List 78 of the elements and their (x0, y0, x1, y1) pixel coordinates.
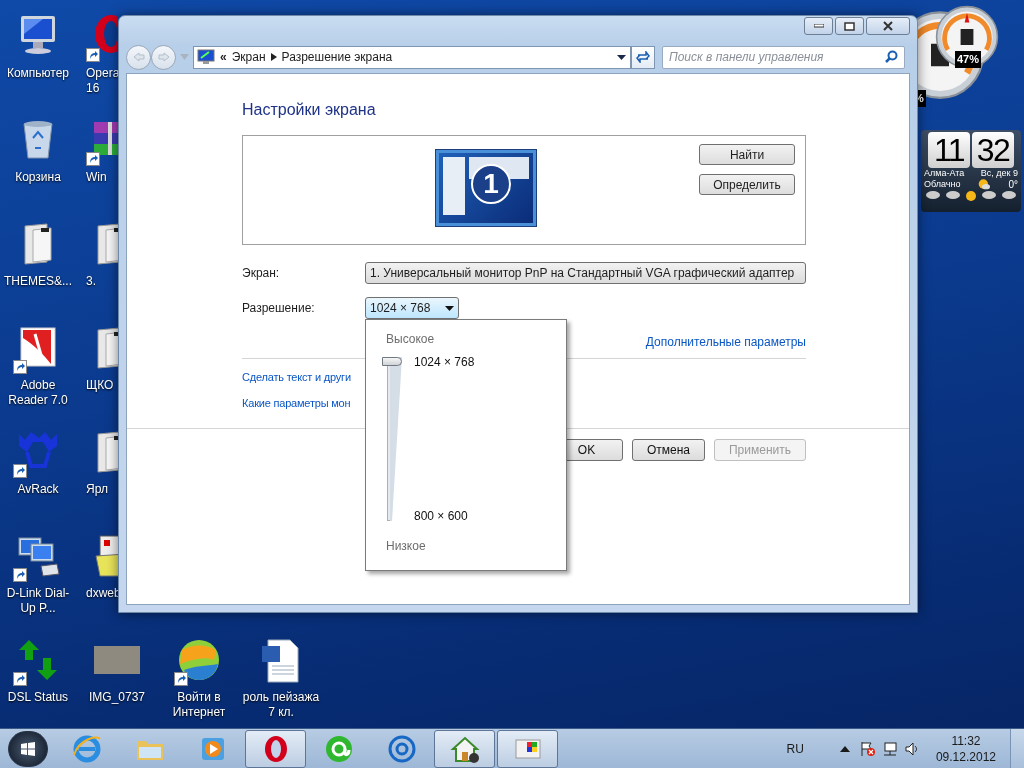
cloud-icon (926, 191, 940, 199)
desktop-icon-label[interactable]: Ярл (86, 482, 108, 497)
start-button[interactable] (8, 730, 48, 767)
desktop-icon-label[interactable]: Win (86, 170, 107, 185)
breadcrumb-arrow-icon[interactable] (270, 53, 277, 61)
sun-cloud-icon (977, 178, 992, 190)
cloud-icon (946, 191, 960, 199)
close-button[interactable] (866, 17, 910, 35)
field-label: Экран: (242, 265, 281, 282)
resolution-option[interactable]: 800 × 600 (414, 507, 475, 525)
maximize-icon (844, 21, 855, 31)
monitor-icon (197, 49, 215, 65)
flag-icon[interactable] (859, 740, 876, 757)
sun-icon (966, 191, 976, 201)
desktop-icon-label[interactable]: DSL Status (7, 690, 69, 705)
desktop-icon-label[interactable]: 3. (86, 274, 96, 289)
desktop-icon-label[interactable]: Adobe Reader 7.0 (0, 378, 76, 408)
page-heading: Настройки экрана (242, 100, 377, 120)
help-link[interactable]: Какие параметры мон (242, 394, 351, 411)
desktop-icon-label[interactable]: Компьютер (6, 66, 70, 81)
maximize-button[interactable] (835, 17, 864, 35)
desktop-icon-label[interactable]: THEMES&... (4, 274, 72, 289)
city-name: Алма-Ата (924, 168, 965, 178)
address-overflow[interactable]: « (220, 48, 227, 66)
address-bar[interactable]: « Экран Разрешение экрана (193, 45, 631, 69)
clock-hours: 11 (928, 132, 970, 168)
desktop-icon-label[interactable]: Opera 16 (86, 66, 120, 96)
close-icon (882, 21, 894, 31)
desktop-icon-label[interactable]: IMG_0737 (88, 690, 145, 705)
clock[interactable]: 11:32 09.12.2012 (935, 732, 996, 765)
left-arrow-icon (132, 52, 145, 62)
weather-condition: Облачно (924, 179, 961, 189)
search-field[interactable]: Поиск в панели управления (662, 45, 905, 69)
monitor-number: 1 (471, 164, 511, 204)
taskbar-button[interactable] (434, 729, 495, 768)
help-link[interactable]: Сделать текст и други (242, 369, 351, 386)
low-label: Низкое (386, 538, 427, 555)
search-icon[interactable] (884, 50, 898, 64)
language-indicator[interactable]: RU (786, 739, 804, 758)
windows-logo-icon (20, 740, 36, 757)
advanced-settings-link[interactable]: Дополнительные параметры (645, 333, 806, 351)
field-label: Разрешение: (242, 300, 316, 317)
dropdown-select[interactable]: 1024 × 768 (365, 297, 459, 319)
breadcrumb-item[interactable]: Разрешение экрана (281, 48, 393, 66)
dropdown-caret-icon[interactable] (617, 54, 626, 60)
desktop-icon-label[interactable]: Корзина (15, 170, 61, 185)
breadcrumb-item[interactable]: Экран (231, 48, 266, 66)
desktop-icon-label[interactable]: роль пейзажа 7 кл. (240, 690, 322, 720)
dropdown-caret-icon (445, 305, 454, 311)
slider-thumb[interactable] (382, 357, 402, 366)
right-arrow-icon (157, 52, 170, 62)
refresh-button[interactable] (631, 45, 655, 69)
gauge-reading: 47% (955, 51, 982, 68)
cloud-icon (1002, 191, 1016, 199)
monitor-preview[interactable]: 1 (436, 150, 536, 226)
weather-date: Вс, дек 9 (980, 168, 1018, 178)
speaker-icon[interactable] (903, 740, 920, 757)
desktop-icon-label[interactable]: D-Link Dial-Up P... (0, 586, 76, 616)
network-icon[interactable] (881, 740, 898, 757)
mini-window (443, 157, 465, 215)
dialog-button[interactable]: Отмена (632, 439, 705, 461)
minimize-button[interactable] (804, 17, 833, 35)
preview-button[interactable]: Найти (699, 144, 795, 165)
cloud-icon (982, 191, 996, 199)
slider-track[interactable] (382, 357, 404, 521)
refresh-arrows-icon (636, 51, 650, 63)
desktop-icon-label[interactable]: Войти в Интернет (158, 690, 240, 720)
minimize-icon (813, 24, 824, 28)
high-label: Высокое (386, 331, 436, 348)
temperature: 0° (1008, 178, 1018, 190)
clock-minutes: 32 (972, 132, 1014, 168)
up-caret-icon[interactable] (839, 745, 850, 752)
desktop-icon-label[interactable]: ЩКО (86, 378, 114, 393)
show-desktop-button[interactable] (1010, 728, 1024, 768)
dropdown-select[interactable]: 1. Универсальный монитор PnP на Стандартный VGA графический адаптер (365, 262, 806, 284)
resolution-option[interactable]: 1024 × 768 (414, 353, 475, 371)
preview-button[interactable]: Определить (699, 174, 795, 195)
desktop-icon-label[interactable]: AvRack (17, 482, 59, 497)
